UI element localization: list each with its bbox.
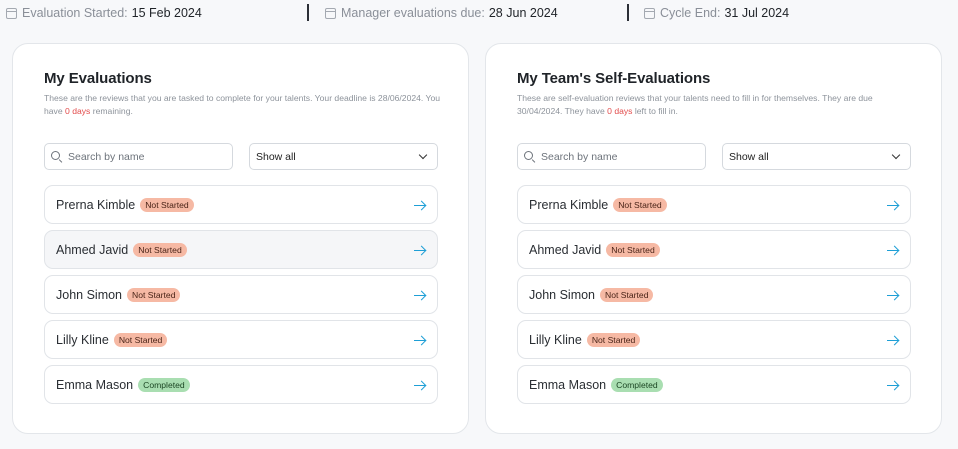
cycle-end-value: 31 Jul 2024 xyxy=(724,6,790,20)
arrow-right-icon[interactable] xyxy=(887,379,899,391)
evaluation-cycle-bar: Evaluation Started: 15 Feb 2024 Manager … xyxy=(0,0,958,28)
evaluation-started-label: Evaluation Started: xyxy=(22,6,128,20)
arrow-right-icon[interactable] xyxy=(414,289,426,301)
talent-name: Lilly Kline xyxy=(529,332,582,347)
cycle-end-label: Cycle End: xyxy=(660,6,721,20)
status-badge: Not Started xyxy=(140,197,194,212)
panel-title: My Team's Self-Evaluations xyxy=(517,70,711,87)
panel-description: These are self-evaluation reviews that y… xyxy=(517,92,917,118)
search-input[interactable] xyxy=(68,150,218,163)
my-evaluations-panel: My Evaluations These are the reviews tha… xyxy=(12,43,469,434)
status-filter-dropdown[interactable]: Show all xyxy=(249,143,438,170)
talent-name: Ahmed Javid xyxy=(529,242,602,257)
talent-name: Prerna Kimble xyxy=(56,197,136,212)
self-evaluation-row[interactable]: Emma Mason Completed xyxy=(517,365,911,404)
talent-name: Emma Mason xyxy=(56,377,134,392)
search-icon xyxy=(51,151,62,162)
search-icon xyxy=(524,151,535,162)
self-evaluation-row[interactable]: John Simon Not Started xyxy=(517,275,911,314)
panel-description: These are the reviews that you are taske… xyxy=(44,92,444,118)
cycle-end-info: Cycle End: 31 Jul 2024 xyxy=(644,5,789,21)
calendar-icon xyxy=(325,7,336,19)
calendar-icon xyxy=(644,7,655,19)
team-self-evaluations-panel: My Team's Self-Evaluations These are sel… xyxy=(485,43,942,434)
talent-name: Lilly Kline xyxy=(56,332,109,347)
search-box xyxy=(44,143,233,170)
status-badge: Not Started xyxy=(613,197,667,212)
status-badge: Not Started xyxy=(606,242,660,257)
divider xyxy=(627,4,629,21)
chevron-down-icon xyxy=(891,150,901,159)
status-badge: Completed xyxy=(138,377,190,392)
status-badge: Not Started xyxy=(133,242,187,257)
talent-name: John Simon xyxy=(56,287,123,302)
arrow-right-icon[interactable] xyxy=(887,244,899,256)
manager-due-label: Manager evaluations due: xyxy=(341,6,485,20)
calendar-icon xyxy=(6,7,17,19)
self-evaluation-row[interactable]: Lilly Kline Not Started xyxy=(517,320,911,359)
chevron-down-icon xyxy=(418,150,428,159)
arrow-right-icon[interactable] xyxy=(414,379,426,391)
talent-name: Ahmed Javid xyxy=(56,242,129,257)
status-badge: Not Started xyxy=(600,287,654,302)
status-badge: Not Started xyxy=(127,287,181,302)
arrow-right-icon[interactable] xyxy=(887,199,899,211)
search-input[interactable] xyxy=(541,150,691,163)
description-text: remaining. xyxy=(90,106,133,116)
panel-title: My Evaluations xyxy=(44,70,152,87)
status-badge: Not Started xyxy=(113,332,168,347)
evaluation-started-info: Evaluation Started: 15 Feb 2024 xyxy=(6,5,202,21)
manager-due-value: 28 Jun 2024 xyxy=(488,6,558,20)
talent-name: John Simon xyxy=(529,287,596,302)
evaluation-started-value: 15 Feb 2024 xyxy=(131,6,202,20)
manager-due-info: Manager evaluations due: 28 Jun 2024 xyxy=(325,5,558,21)
arrow-right-icon[interactable] xyxy=(414,199,426,211)
description-text: left to fill in. xyxy=(632,106,678,116)
evaluation-row[interactable]: Lilly Kline Not Started xyxy=(44,320,438,359)
description-text: These are self-evaluation reviews that y… xyxy=(517,93,873,116)
filter-value: Show all xyxy=(256,150,296,163)
talent-name: Prerna Kimble xyxy=(529,197,609,212)
status-badge: Completed xyxy=(611,377,663,392)
evaluation-row[interactable]: Ahmed Javid Not Started xyxy=(44,230,438,269)
arrow-right-icon[interactable] xyxy=(887,289,899,301)
self-evaluation-row[interactable]: Prerna Kimble Not Started xyxy=(517,185,911,224)
talent-name: Emma Mason xyxy=(529,377,607,392)
search-box xyxy=(517,143,706,170)
divider xyxy=(307,4,309,21)
evaluation-row[interactable]: Emma Mason Completed xyxy=(44,365,438,404)
status-filter-dropdown[interactable]: Show all xyxy=(722,143,911,170)
arrow-right-icon[interactable] xyxy=(414,334,426,346)
self-evaluation-row[interactable]: Ahmed Javid Not Started xyxy=(517,230,911,269)
days-remaining: 0 days xyxy=(607,106,633,116)
days-remaining: 0 days xyxy=(65,106,91,116)
evaluation-row[interactable]: John Simon Not Started xyxy=(44,275,438,314)
arrow-right-icon[interactable] xyxy=(887,334,899,346)
evaluation-row[interactable]: Prerna Kimble Not Started xyxy=(44,185,438,224)
filter-value: Show all xyxy=(729,150,769,163)
status-badge: Not Started xyxy=(586,332,641,347)
arrow-right-icon[interactable] xyxy=(414,244,426,256)
